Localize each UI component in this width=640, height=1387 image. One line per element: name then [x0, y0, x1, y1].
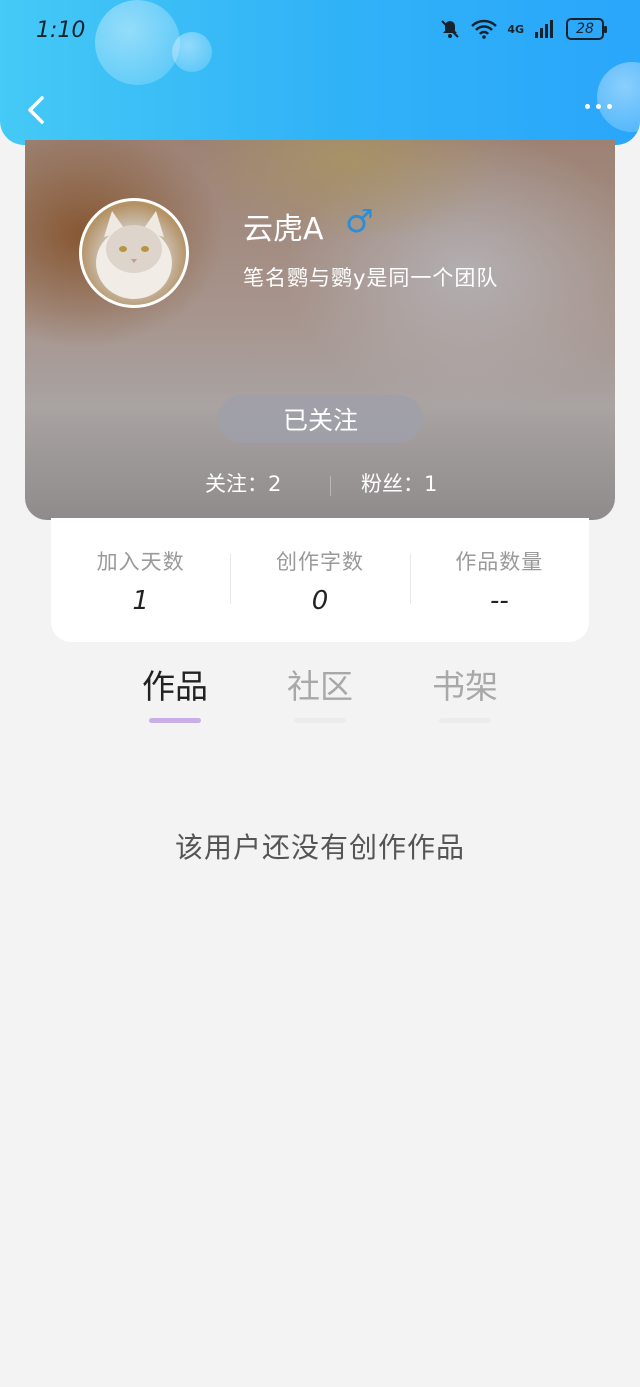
username: 云虎A [243, 212, 324, 247]
stat-works-count: 作品数量 -- [409, 518, 589, 642]
wifi-icon [471, 19, 498, 39]
stat-value: -- [489, 586, 509, 616]
stat-value: 1 [132, 586, 149, 616]
divider [330, 476, 331, 496]
mute-bell-icon [441, 20, 460, 38]
tab-indicator [149, 718, 201, 723]
bio: 笔名鹦与鹦y是同一个团队 [243, 266, 499, 290]
following-count[interactable]: 关注：2 [205, 468, 281, 498]
tab-label: 作品 [142, 667, 208, 706]
decor-bubble [597, 62, 640, 132]
avatar[interactable] [79, 198, 189, 308]
followed-button[interactable]: 已关注 [218, 395, 423, 443]
empty-state-message: 该用户还没有创作作品 [174, 831, 465, 864]
network-type: 4G [507, 22, 524, 36]
fans-count[interactable]: 粉丝：1 [361, 468, 437, 498]
battery-icon: 28 [566, 18, 607, 40]
more-options-icon[interactable] [585, 104, 612, 109]
stat-word-count: 创作字数 0 [230, 518, 409, 642]
tab-label: 社区 [287, 667, 353, 706]
signal-icon [535, 20, 553, 38]
header: 1:10 4G 28 [0, 0, 640, 145]
tab-community[interactable]: 社区 [260, 660, 380, 723]
profile-page: 1:10 4G 28 云虎A ♂ 笔名鹦与鹦y是同一个团队 已关注 关注：2 粉… [0, 0, 640, 1387]
male-gender-icon: ♂ [345, 202, 374, 240]
stat-label: 加入天数 [96, 550, 185, 574]
status-time: 1:10 [36, 18, 86, 43]
tab-indicator [439, 718, 491, 723]
battery-level: 28 [576, 21, 594, 37]
status-icons: 4G 28 [439, 18, 607, 40]
stat-join-days: 加入天数 1 [51, 518, 230, 642]
tab-indicator [294, 718, 346, 723]
stat-label: 创作字数 [275, 550, 364, 574]
profile-card: 云虎A ♂ 笔名鹦与鹦y是同一个团队 已关注 关注：2 粉丝：1 [25, 140, 615, 520]
stat-value: 0 [311, 586, 329, 616]
tab-label: 书架 [432, 667, 498, 706]
status-bar: 1:10 4G 28 [0, 0, 640, 60]
back-arrow-icon[interactable] [22, 92, 52, 128]
stats-panel: 加入天数 1 创作字数 0 作品数量 -- [51, 518, 589, 642]
tab-bookshelf[interactable]: 书架 [405, 660, 525, 723]
stat-label: 作品数量 [455, 550, 544, 574]
tab-bar: 作品 社区 书架 [100, 660, 540, 724]
cat-avatar-image [96, 211, 172, 299]
tab-works[interactable]: 作品 [115, 660, 235, 723]
